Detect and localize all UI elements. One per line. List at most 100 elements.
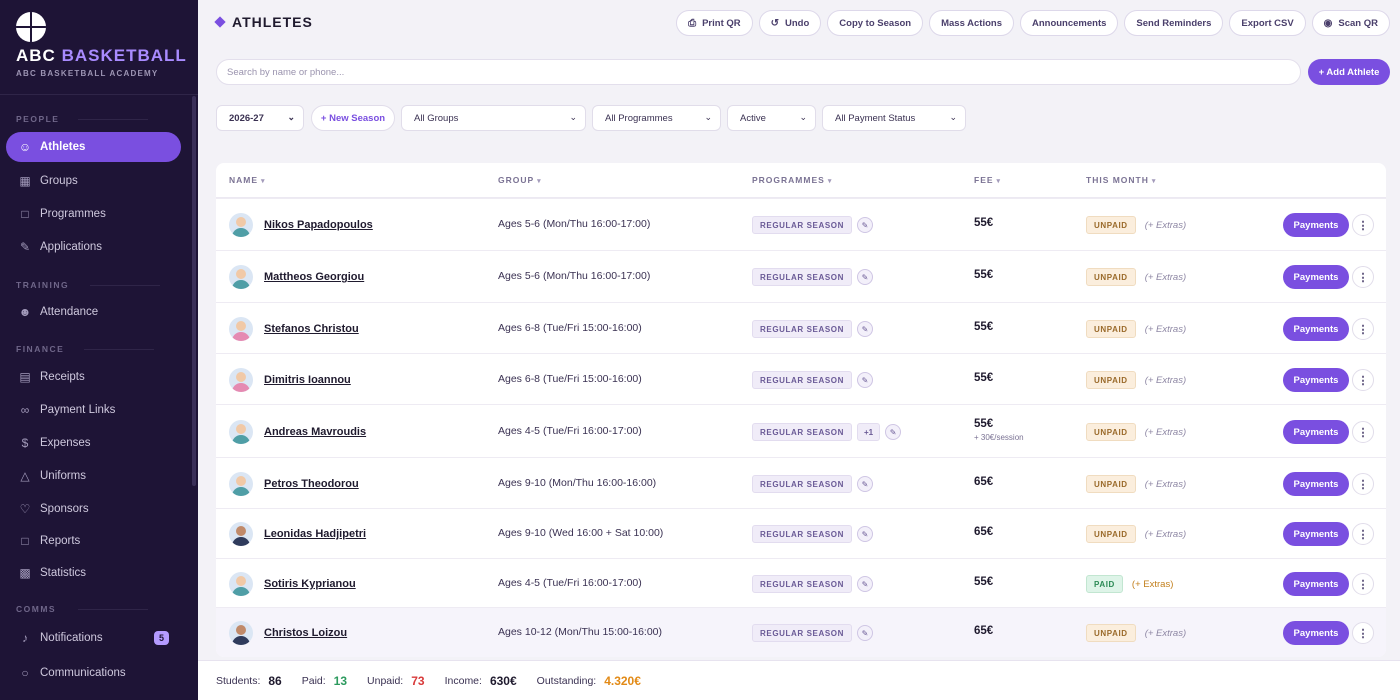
more-options-icon[interactable]: ⋮: [1352, 622, 1374, 644]
sidebar-item-communications[interactable]: ○ Communications: [6, 658, 181, 688]
payments-button[interactable]: Payments: [1283, 368, 1349, 392]
actions-cell: Payments ⋮: [1283, 420, 1374, 444]
payment-status-select[interactable]: All Payment Status ⌄: [822, 105, 966, 131]
edit-programme-icon[interactable]: ✎: [856, 321, 873, 337]
athlete-name-link[interactable]: Christos Loizou: [264, 627, 347, 639]
button-label: Send Reminders: [1136, 17, 1212, 29]
more-options-icon[interactable]: ⋮: [1352, 523, 1374, 545]
payments-button[interactable]: Payments: [1283, 213, 1349, 237]
programme-chip: REGULAR SEASON: [752, 525, 852, 543]
edit-programme-icon[interactable]: ✎: [856, 476, 873, 492]
edit-programme-icon[interactable]: ✎: [856, 217, 873, 233]
group-text: Ages 4-5 (Tue/Fri 16:00-17:00): [498, 577, 642, 589]
sidebar-item-attendance[interactable]: ☻ Attendance: [6, 297, 181, 327]
payments-button[interactable]: Payments: [1283, 621, 1349, 645]
copy-to-season-button[interactable]: Copy to Season: [827, 10, 924, 36]
name-cell: Petros Theodorou: [229, 472, 359, 496]
fee-note: + 30€/session: [974, 433, 1024, 442]
payments-button[interactable]: Payments: [1283, 317, 1349, 341]
payments-button[interactable]: Payments: [1283, 522, 1349, 546]
chevron-down-icon: ⌄: [569, 112, 577, 122]
edit-programme-icon[interactable]: ✎: [856, 625, 873, 641]
sidebar-item-reports[interactable]: □ Reports: [6, 526, 181, 556]
sidebar-item-notifications[interactable]: ♪ Notifications 5: [6, 623, 181, 653]
more-options-icon[interactable]: ⋮: [1352, 473, 1374, 495]
athlete-name-link[interactable]: Petros Theodorou: [264, 478, 359, 490]
receipt-icon: ▤: [19, 370, 31, 384]
new-season-button[interactable]: + New Season: [311, 105, 395, 131]
sidebar-scrollbar[interactable]: [192, 96, 196, 486]
column-header-group[interactable]: GROUP ▾: [498, 175, 542, 185]
column-header-this-month[interactable]: THIS MONTH ▾: [1086, 175, 1156, 185]
programmes-cell: REGULAR SEASON ✎: [752, 371, 873, 389]
edit-programme-icon[interactable]: ✎: [885, 424, 902, 440]
payments-button[interactable]: Payments: [1283, 265, 1349, 289]
programmes-select[interactable]: All Programmes ⌄: [592, 105, 721, 131]
avatar: [229, 472, 253, 496]
actions-cell: Payments ⋮: [1283, 472, 1374, 496]
column-label: GROUP: [498, 175, 535, 185]
sidebar-item-statistics[interactable]: ▩ Statistics: [6, 558, 181, 588]
athlete-name-link[interactable]: Mattheos Georgiou: [264, 271, 364, 283]
mass-actions-button[interactable]: Mass Actions: [929, 10, 1014, 36]
sidebar-item-expenses[interactable]: $ Expenses: [6, 428, 181, 458]
sidebar-item-athletes[interactable]: ☺ Athletes: [6, 132, 181, 162]
more-options-icon[interactable]: ⋮: [1352, 318, 1374, 340]
groups-select[interactable]: All Groups ⌄: [401, 105, 586, 131]
payments-button[interactable]: Payments: [1283, 572, 1349, 596]
table-row: Petros Theodorou Ages 9-10 (Mon/Thu 16:00…: [216, 457, 1386, 508]
section-label: PEOPLE: [16, 114, 60, 124]
sidebar-item-payment-links[interactable]: ∞ Payment Links: [6, 395, 181, 425]
status-badge: UNPAID: [1086, 423, 1136, 441]
dollar-icon: $: [21, 436, 29, 450]
more-programmes-chip[interactable]: +1: [856, 423, 881, 441]
camera-icon: ◉: [1323, 17, 1333, 29]
more-options-icon[interactable]: ⋮: [1352, 573, 1374, 595]
edit-programme-icon[interactable]: ✎: [856, 576, 873, 592]
export-csv-button[interactable]: Export CSV: [1229, 10, 1306, 36]
payments-button[interactable]: Payments: [1283, 420, 1349, 444]
group-cell: Ages 6-8 (Tue/Fri 15:00-16:00): [498, 322, 642, 334]
programme-chip: REGULAR SEASON: [752, 268, 852, 286]
print-qr-button[interactable]: ⎙ Print QR: [676, 10, 753, 36]
scan-qr-button[interactable]: ◉ Scan QR: [1311, 10, 1390, 36]
sidebar-item-applications[interactable]: ✎ Applications: [6, 232, 181, 262]
avatar: [229, 368, 253, 392]
more-options-icon[interactable]: ⋮: [1352, 266, 1374, 288]
status-badge: UNPAID: [1086, 216, 1136, 234]
sidebar-item-sponsors[interactable]: ♡ Sponsors: [6, 494, 181, 524]
athlete-name-link[interactable]: Stefanos Christou: [264, 323, 359, 335]
column-header-programmes[interactable]: PROGRAMMES ▾: [752, 175, 832, 185]
status-select[interactable]: Active ⌄: [727, 105, 816, 131]
announcements-button[interactable]: Announcements: [1019, 10, 1119, 36]
group-text: Ages 9-10 (Wed 16:00 + Sat 10:00): [498, 527, 664, 539]
edit-programme-icon[interactable]: ✎: [856, 269, 873, 285]
undo-button[interactable]: ↺ Undo: [758, 10, 822, 36]
sidebar-item-uniforms[interactable]: △ Uniforms: [6, 461, 181, 491]
athlete-name-link[interactable]: Leonidas Hadjipetri: [264, 528, 366, 540]
sidebar-item-groups[interactable]: ▦ Groups: [6, 166, 181, 196]
summary-footer: Students: 86 Paid: 13 Unpaid: 73 Income: 630…: [198, 660, 1400, 700]
sidebar-section-training: TRAINING: [16, 280, 160, 290]
more-options-icon[interactable]: ⋮: [1352, 214, 1374, 236]
sidebar-item-programmes[interactable]: □ Programmes: [6, 199, 181, 229]
programme-chip: REGULAR SEASON: [752, 423, 852, 441]
search-input[interactable]: [216, 59, 1301, 85]
send-reminders-button[interactable]: Send Reminders: [1124, 10, 1224, 36]
add-athlete-button[interactable]: + Add Athlete: [1308, 59, 1390, 85]
edit-programme-icon[interactable]: ✎: [856, 526, 873, 542]
edit-programme-icon[interactable]: ✎: [856, 372, 873, 388]
sidebar-item-receipts[interactable]: ▤ Receipts: [6, 362, 181, 392]
athlete-name-link[interactable]: Nikos Papadopoulos: [264, 219, 373, 231]
athlete-name-link[interactable]: Dimitris Ioannou: [264, 374, 351, 386]
athlete-name-link[interactable]: Andreas Mavroudis: [264, 426, 366, 438]
more-options-icon[interactable]: ⋮: [1352, 369, 1374, 391]
more-options-icon[interactable]: ⋮: [1352, 421, 1374, 443]
payments-button[interactable]: Payments: [1283, 472, 1349, 496]
column-header-fee[interactable]: FEE ▾: [974, 175, 1001, 185]
athlete-name-link[interactable]: Sotiris Kyprianou: [264, 578, 356, 590]
column-header-name[interactable]: NAME ▾: [229, 175, 266, 185]
season-select[interactable]: 2026-27 ⌄: [216, 105, 304, 131]
programmes-cell: REGULAR SEASON ✎: [752, 525, 873, 543]
actions-cell: Payments ⋮: [1283, 368, 1374, 392]
